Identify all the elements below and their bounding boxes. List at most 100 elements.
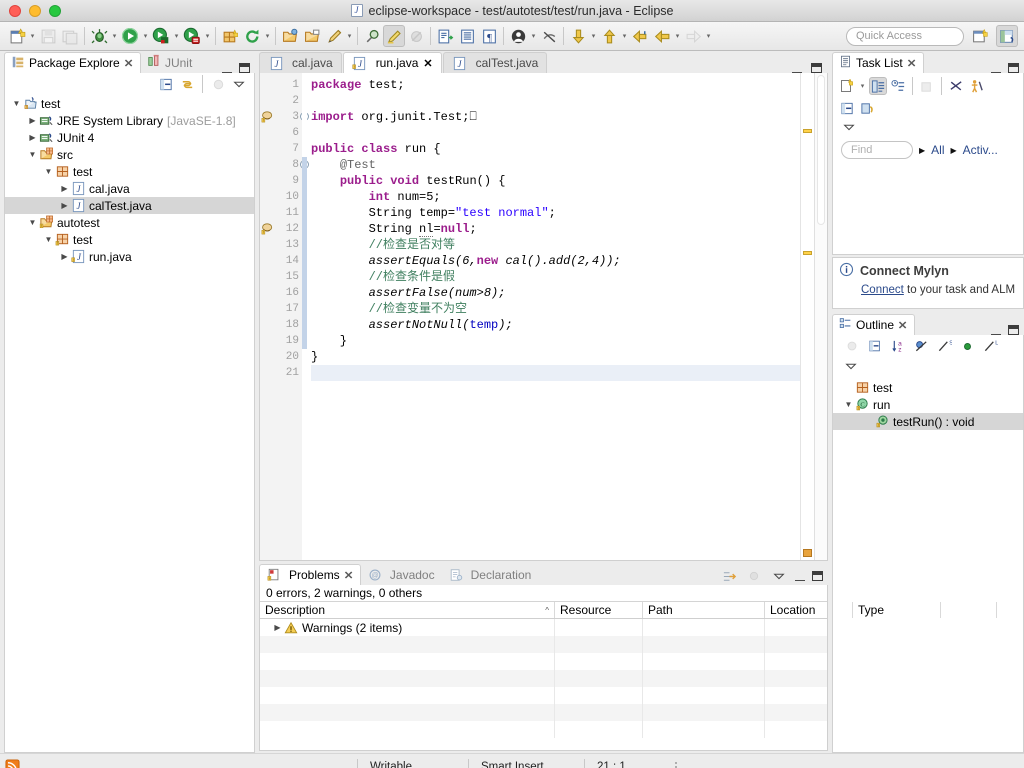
gutter-marker-cell[interactable] <box>260 141 278 157</box>
focus-selection-icon[interactable] <box>720 567 738 585</box>
back-caret[interactable]: ▾ <box>673 25 682 47</box>
show-whitespace-pilcrow-button[interactable]: ¶ <box>478 25 500 47</box>
java-perspective-button[interactable] <box>996 25 1018 47</box>
toolbar-buttons[interactable]: ▾ ▾ ▾ ▾ ▾ ▾ ▾ ¶ ▾ ▾ ▾ ▾ ▾ <box>4 24 715 48</box>
tab-task-list[interactable]: Task List ✕ <box>832 52 924 73</box>
minimize-icon[interactable] <box>792 64 802 73</box>
toggle-mark-occurrences-button[interactable] <box>383 25 405 47</box>
gutter-marker-cell[interactable] <box>260 365 278 381</box>
hide-local-icon[interactable]: L <box>981 337 999 355</box>
filter-activate-link[interactable]: Activ... <box>963 143 998 157</box>
gutter-marker-cell[interactable] <box>260 173 278 189</box>
filter-expand-icon[interactable]: ▶ <box>919 146 925 155</box>
close-icon[interactable]: ✕ <box>124 57 134 70</box>
categorized-presentation-icon[interactable] <box>869 77 887 95</box>
quick-access-input[interactable]: Quick Access <box>846 26 964 46</box>
coverage-button[interactable] <box>150 25 172 47</box>
outline-tab-bar[interactable]: Outline ✕ <box>832 313 1024 335</box>
table-row-empty[interactable] <box>260 653 997 670</box>
chevron-down-icon[interactable]: ▼ <box>843 400 854 409</box>
column-header[interactable]: Description ^ <box>260 602 555 618</box>
chevron-down-icon[interactable]: ▼ <box>27 150 38 159</box>
new-java-package-button[interactable] <box>219 25 241 47</box>
debug-button[interactable] <box>88 25 110 47</box>
gutter-marker-cell[interactable] <box>260 125 278 141</box>
code-line[interactable]: @Test <box>311 157 800 173</box>
person-menu-button[interactable] <box>507 25 529 47</box>
minimize-icon[interactable] <box>991 326 1001 335</box>
outline-window-controls[interactable] <box>991 325 1024 335</box>
code-line[interactable]: String nl=null; <box>311 221 800 237</box>
open-declaration-button[interactable] <box>434 25 456 47</box>
new-task-caret[interactable]: ▾ <box>858 75 867 97</box>
new-task-icon[interactable] <box>838 77 856 95</box>
filter-all-link[interactable]: All <box>931 143 944 157</box>
minimize-icon[interactable] <box>991 64 1001 73</box>
breadcrumb-toggle-button[interactable] <box>538 25 560 47</box>
activate-task-icon[interactable] <box>967 77 985 95</box>
tab-junit[interactable]: JUnit <box>141 52 199 73</box>
chevron-right-icon[interactable]: ▶ <box>27 116 38 125</box>
mylyn-connect-link[interactable]: Connect <box>861 284 904 296</box>
gutter-marker-cell[interactable]: ! <box>260 221 278 237</box>
rss-orange-icon[interactable] <box>0 759 20 768</box>
code-line[interactable]: } <box>311 349 800 365</box>
editor-tab-calTest-java[interactable]: JcalTest.java <box>442 52 548 73</box>
gutter-marker-cell[interactable] <box>260 237 278 253</box>
scrollbar-thumb[interactable] <box>817 75 825 225</box>
chevron-down-icon[interactable] <box>770 567 788 585</box>
back-button[interactable] <box>651 25 673 47</box>
column-header[interactable]: Type <box>853 602 941 618</box>
next-annotation-button[interactable] <box>567 25 589 47</box>
gutter-marker-cell[interactable] <box>260 349 278 365</box>
package-explorer-row[interactable]: ▶ Jcal.java <box>5 180 254 197</box>
task-list-toolbar-row2[interactable] <box>833 97 1023 117</box>
code-line[interactable]: //检查条件是假 <box>311 269 800 285</box>
editor-body[interactable]: !! 123+678−9101112131415161718192021 pac… <box>259 73 828 561</box>
chevron-right-icon[interactable]: ▶ <box>59 252 70 261</box>
profile-button[interactable] <box>181 25 203 47</box>
outline-row[interactable]: test <box>833 379 1023 396</box>
task-list-toolbar[interactable]: ▾ <box>833 73 1023 97</box>
gutter-marker-cell[interactable] <box>260 301 278 317</box>
collapse-all-icon[interactable] <box>838 99 856 117</box>
package-explorer-tree[interactable]: ▼! test ▶ JRE System Library [JavaSE-1.8] ▶ JU… <box>5 95 254 265</box>
minimize-icon[interactable] <box>795 572 805 581</box>
package-explorer-row[interactable]: ▶ JRE System Library [JavaSE-1.8] <box>5 112 254 129</box>
forward-caret[interactable]: ▾ <box>704 25 713 47</box>
code-line[interactable]: package test; <box>311 77 800 93</box>
chevron-down-icon[interactable] <box>842 357 860 375</box>
chevron-down-icon[interactable]: ▼ <box>11 99 22 108</box>
package-explorer-toolbar[interactable] <box>5 73 254 95</box>
code-line[interactable]: import org.junit.Test;⎕ <box>311 109 800 125</box>
status-drag-handle[interactable] <box>665 761 687 768</box>
chevron-right-icon[interactable]: ▶ <box>272 623 283 632</box>
maximize-icon[interactable] <box>1008 63 1019 73</box>
chevron-down-icon[interactable]: ▼ <box>43 235 54 244</box>
restore-tasks-icon[interactable] <box>858 99 876 117</box>
hide-fields-icon[interactable] <box>912 337 930 355</box>
table-row-empty[interactable] <box>260 636 997 653</box>
tab-javadoc[interactable]: @ Javadoc <box>361 564 442 585</box>
code-line[interactable]: } <box>311 333 800 349</box>
close-icon[interactable]: ✕ <box>898 319 908 332</box>
run-button[interactable] <box>119 25 141 47</box>
editor-marker-gutter[interactable]: !! <box>260 73 278 560</box>
problems-table[interactable]: ▶ Warnings (2 items) <box>260 619 997 738</box>
close-icon[interactable]: ✕ <box>906 57 916 70</box>
maximize-icon[interactable] <box>1008 325 1019 335</box>
profile-caret[interactable]: ▾ <box>203 25 212 47</box>
close-icon[interactable]: ✕ <box>343 569 353 582</box>
last-edit-location-button[interactable] <box>629 25 651 47</box>
chevron-down-icon[interactable] <box>840 118 858 136</box>
gutter-marker-cell[interactable] <box>260 317 278 333</box>
minimize-icon[interactable] <box>222 64 232 73</box>
outline-row[interactable]: ! testRun() : void <box>833 413 1023 430</box>
package-explorer-row[interactable]: ▶ JUnit 4 <box>5 129 254 146</box>
code-line[interactable]: assertNotNull(temp); <box>311 317 800 333</box>
code-line[interactable]: public class run { <box>311 141 800 157</box>
synchronize-icon[interactable] <box>947 77 965 95</box>
collapse-all-icon[interactable] <box>866 337 884 355</box>
tab-outline[interactable]: Outline ✕ <box>832 314 916 335</box>
overview-warning-summary-marker[interactable] <box>803 549 812 557</box>
